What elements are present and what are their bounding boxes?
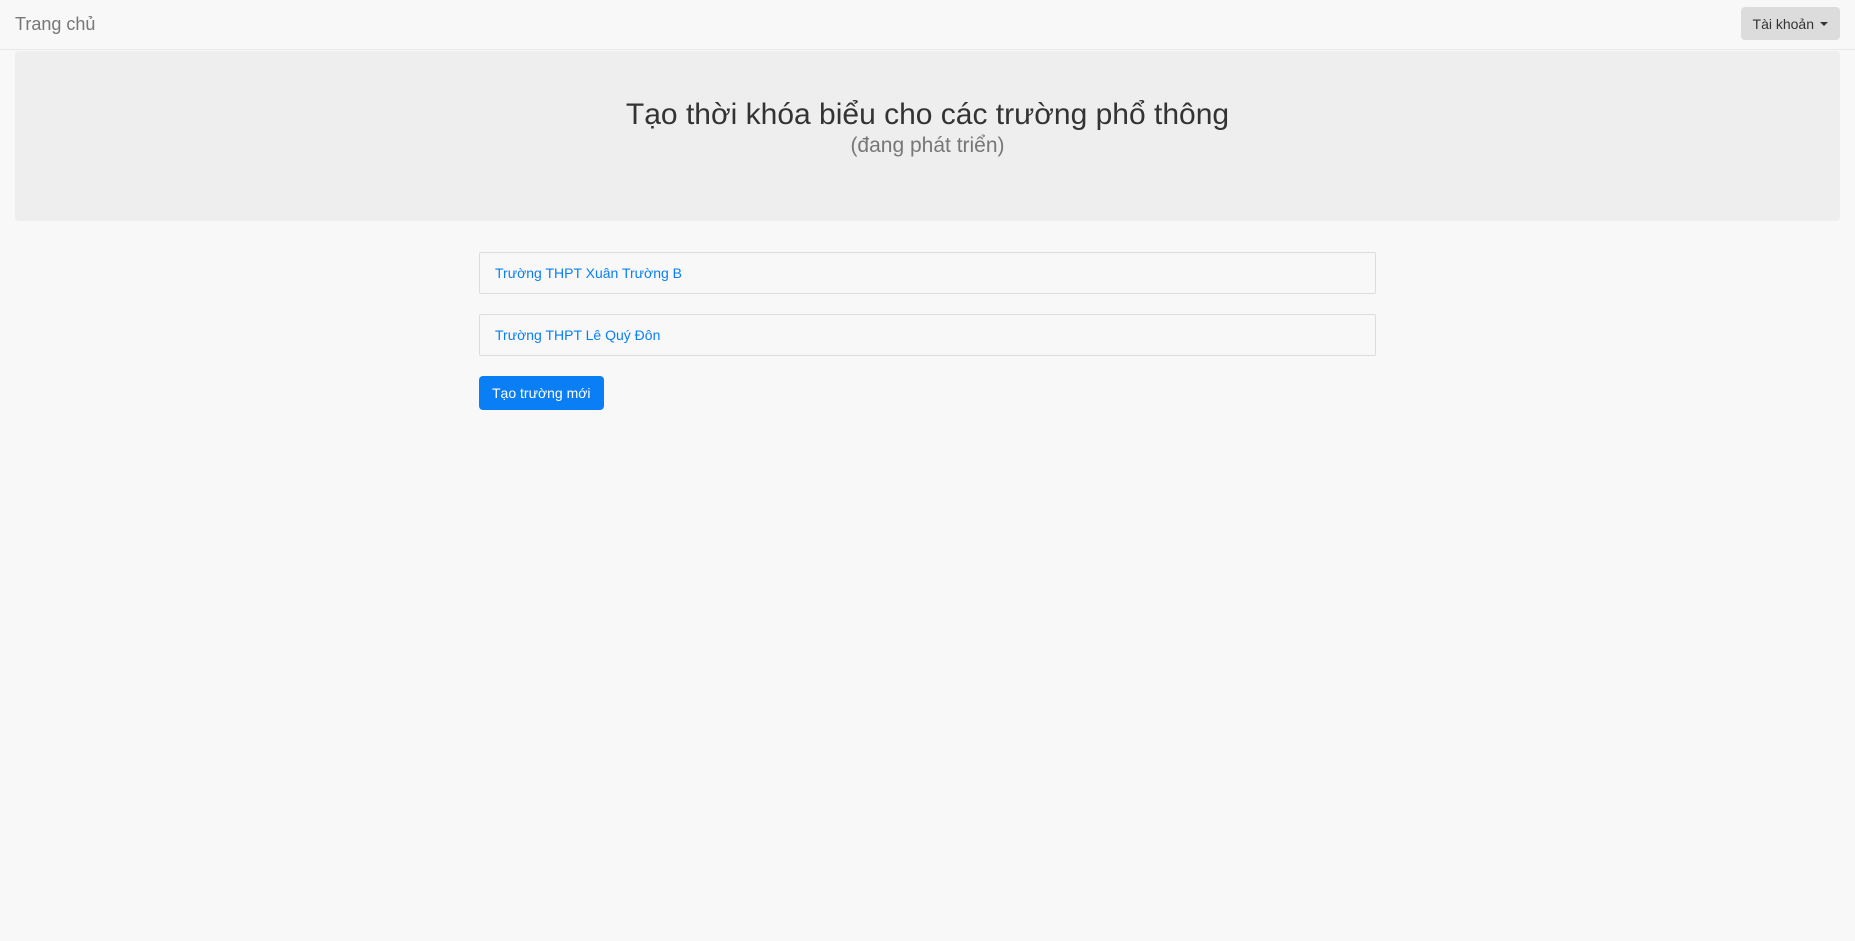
hero-banner: Tạo thời khóa biểu cho các trường phổ th… (15, 51, 1840, 221)
school-item-le-quy-don[interactable]: Trường THPT Lê Quý Đôn (479, 314, 1376, 356)
top-navbar: Trang chủ Tài khoản (0, 0, 1855, 50)
account-dropdown-button[interactable]: Tài khoản (1740, 7, 1840, 40)
caret-down-icon (1820, 21, 1828, 26)
account-dropdown-label: Tài khoản (1752, 15, 1814, 32)
home-link[interactable]: Trang chủ (15, 14, 95, 34)
page-title: Tạo thời khóa biểu cho các trường phổ th… (625, 98, 1230, 131)
school-list-container: Trường THPT Xuân Trường B Trường THPT Lê… (479, 252, 1376, 410)
create-school-button[interactable]: Tạo trường mới (479, 376, 604, 410)
school-item-xuan-truong-b[interactable]: Trường THPT Xuân Trường B (479, 252, 1376, 294)
page-subtitle: (đang phát triển) (850, 134, 1005, 157)
